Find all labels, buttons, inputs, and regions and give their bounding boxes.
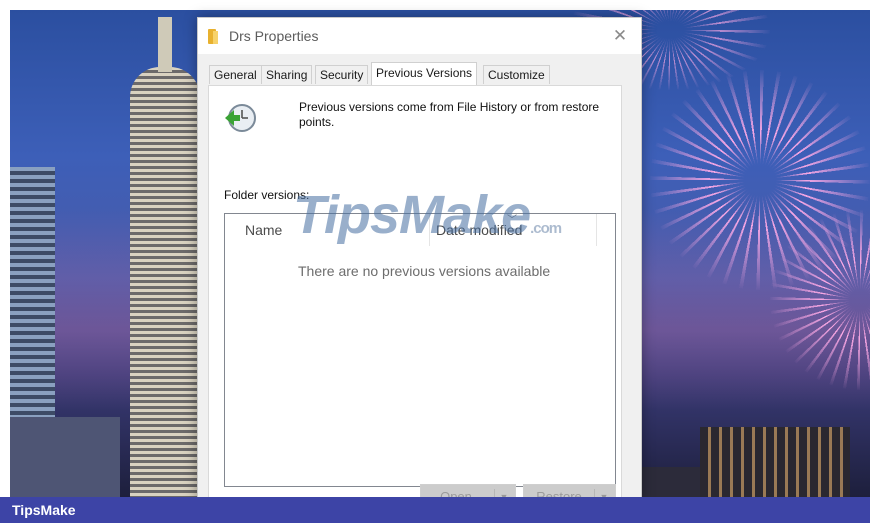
footer-brand: TipsMake [12, 502, 76, 518]
tab-customize[interactable]: Customize [483, 65, 550, 84]
column-divider[interactable] [596, 214, 597, 246]
watermark-text: TipsMake [293, 185, 531, 245]
folder-icon [208, 29, 218, 44]
petronas-tower [130, 17, 200, 497]
building [10, 417, 120, 497]
previous-versions-panel: Previous versions come from File History… [208, 85, 622, 510]
dialog-title: Drs Properties [229, 28, 319, 44]
clock-restore-icon [225, 104, 256, 132]
title-bar[interactable]: Drs Properties ✕ [198, 18, 641, 54]
tab-previous-versions[interactable]: Previous Versions [371, 62, 478, 85]
watermark-suffix: .com [530, 220, 562, 237]
properties-dialog: Drs Properties ✕ General Sharing Securit… [197, 17, 642, 510]
watermark: TipsMake.com [293, 184, 562, 246]
tab-security[interactable]: Security [315, 65, 369, 84]
tab-sharing[interactable]: Sharing [261, 65, 313, 84]
versions-list[interactable]: Name ﹀ Date modified There are no previo… [224, 213, 616, 487]
tab-general[interactable]: General [209, 65, 262, 84]
close-button[interactable]: ✕ [607, 24, 633, 48]
empty-message: There are no previous versions available [298, 263, 551, 279]
footer-bar: TipsMake [0, 497, 870, 523]
building [700, 427, 850, 497]
info-text: Previous versions come from File History… [299, 100, 600, 129]
